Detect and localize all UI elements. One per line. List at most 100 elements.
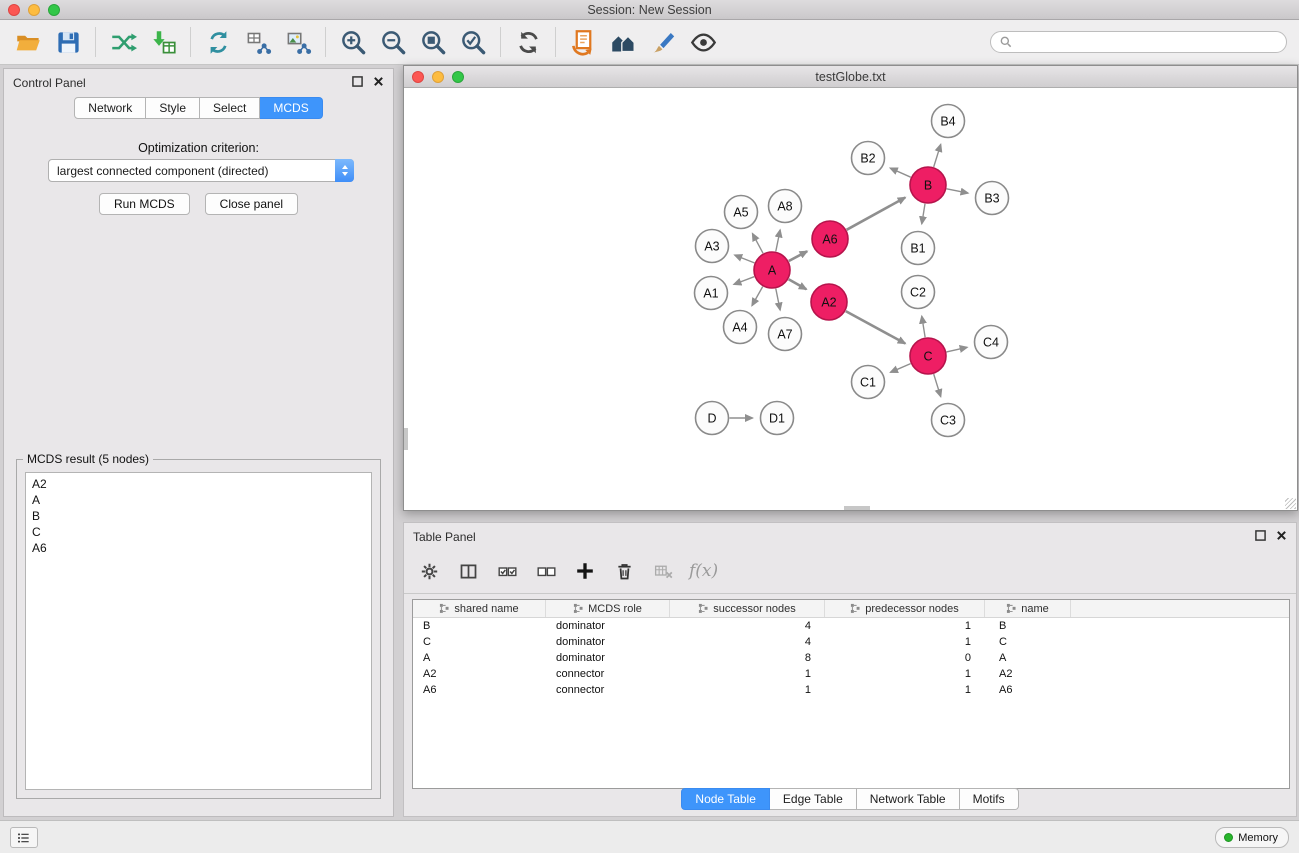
graph-edge-A-A3[interactable] [735,255,755,263]
graph-edge-A-A2[interactable] [789,279,807,289]
graph-node-B1[interactable]: B1 [902,232,935,265]
network-window-titlebar[interactable]: testGlobe.txt [404,66,1297,88]
mcds-result-list[interactable]: A2ABCA6 [25,472,372,790]
graph-node-C4[interactable]: C4 [975,326,1008,359]
sort-column-icon[interactable] [573,603,584,614]
table-settings-button[interactable] [414,556,444,586]
tab-select[interactable]: Select [200,97,260,119]
home-view-button[interactable] [603,24,643,60]
sort-column-icon[interactable] [1006,603,1017,614]
resize-grip[interactable] [1285,498,1296,509]
graph-edge-C-C3[interactable] [934,374,941,397]
close-panel-icon[interactable] [372,75,385,88]
delete-table-button[interactable] [648,556,678,586]
optimization-criterion-dropdown[interactable]: largest connected component (directed) [48,159,354,182]
graph-node-A1[interactable]: A1 [695,277,728,310]
delete-entry-button[interactable] [609,556,639,586]
mcds-result-item[interactable]: A2 [26,476,371,492]
mcds-result-item[interactable]: A6 [26,540,371,556]
table-row[interactable]: Bdominator41B [413,618,1289,634]
table-tab-motifs[interactable]: Motifs [960,788,1019,810]
tab-style[interactable]: Style [146,97,200,119]
graph-node-A[interactable]: A [754,252,790,288]
graph-node-C3[interactable]: C3 [932,404,965,437]
graph-edge-B-B3[interactable] [947,189,968,193]
column-header-shared-name[interactable]: shared name [413,600,546,617]
unselect-all-rows-button[interactable] [531,556,561,586]
table-tab-node-table[interactable]: Node Table [681,788,770,810]
graph-node-C[interactable]: C [910,338,946,374]
mcds-result-item[interactable]: A [26,492,371,508]
sort-column-icon[interactable] [439,603,450,614]
graph-edge-B-B1[interactable] [922,204,925,224]
run-mcds-button[interactable]: Run MCDS [99,193,190,215]
table-row[interactable]: A6connector11A6 [413,682,1289,698]
graph-edge-A-A4[interactable] [752,287,763,306]
graph-edge-A-A8[interactable] [776,230,780,251]
table-tab-edge-table[interactable]: Edge Table [770,788,857,810]
add-entry-button[interactable] [570,556,600,586]
table-row[interactable]: A2connector11A2 [413,666,1289,682]
graph-node-A2[interactable]: A2 [811,284,847,320]
graph-node-C1[interactable]: C1 [852,366,885,399]
import-network-button[interactable] [103,24,143,60]
graph-node-A7[interactable]: A7 [769,318,802,351]
function-builder-button[interactable]: f(x) [687,556,720,586]
mcds-result-item[interactable]: B [26,508,371,524]
refresh-network-button[interactable] [508,24,548,60]
tab-network[interactable]: Network [74,97,146,119]
graph-node-A8[interactable]: A8 [769,190,802,223]
close-panel-button[interactable]: Close panel [205,193,298,215]
graph-edge-C-C4[interactable] [947,347,968,352]
select-all-rows-button[interactable] [492,556,522,586]
sort-column-icon[interactable] [850,603,861,614]
import-table-button[interactable] [143,24,183,60]
graph-node-D[interactable]: D [696,402,729,435]
close-table-panel-icon[interactable] [1275,529,1288,542]
graph-node-A5[interactable]: A5 [725,196,758,229]
graph-edge-B-B2[interactable] [890,168,910,177]
graph-edge-C-C2[interactable] [922,316,925,337]
graph-edge-A-A7[interactable] [776,289,780,310]
open-file-button[interactable] [8,24,48,60]
column-header-MCDS-role[interactable]: MCDS role [546,600,670,617]
float-panel-icon[interactable] [351,75,364,88]
network-and-table-button[interactable] [238,24,278,60]
mcds-result-item[interactable]: C [26,524,371,540]
graph-node-B2[interactable]: B2 [852,142,885,175]
vertical-scroll-thumb[interactable] [404,428,408,450]
graph-edge-A2-C[interactable] [846,311,906,343]
open-document-button[interactable] [563,24,603,60]
sort-column-icon[interactable] [698,603,709,614]
graph-node-C2[interactable]: C2 [902,276,935,309]
column-header-predecessor-nodes[interactable]: predecessor nodes [825,600,985,617]
table-tab-network-table[interactable]: Network Table [857,788,960,810]
graph-edge-C-C1[interactable] [891,364,911,373]
graph-node-B4[interactable]: B4 [932,105,965,138]
search-input[interactable] [1018,35,1278,49]
show-hide-graphics-button[interactable] [683,24,723,60]
tab-mcds[interactable]: MCDS [260,97,322,119]
column-header-name[interactable]: name [985,600,1071,617]
graph-node-A6[interactable]: A6 [812,221,848,257]
graph-edge-B-B4[interactable] [934,144,941,167]
graph-edge-A-A1[interactable] [734,277,754,285]
graph-edge-A-A5[interactable] [753,234,764,254]
memory-button[interactable]: Memory [1215,827,1289,848]
zoom-in-button[interactable] [333,24,373,60]
horizontal-scroll-thumb[interactable] [844,506,870,510]
column-header-successor-nodes[interactable]: successor nodes [670,600,825,617]
task-history-button[interactable] [10,827,38,848]
table-row[interactable]: Adominator80A [413,650,1289,666]
graph-node-B3[interactable]: B3 [976,182,1009,215]
node-table[interactable]: shared nameMCDS rolesuccessor nodesprede… [412,599,1290,789]
zoom-fit-button[interactable] [413,24,453,60]
style-tool-button[interactable] [643,24,683,60]
graph-edge-A6-B[interactable] [847,198,906,230]
network-canvas[interactable]: B4B2BB3A5A8A6B1A3AC2A1A2A4A7C4CC1C3DD1 [404,88,1297,510]
save-session-button[interactable] [48,24,88,60]
show-columns-button[interactable] [453,556,483,586]
search-field[interactable] [990,31,1287,53]
zoom-selected-button[interactable] [453,24,493,60]
graph-node-A4[interactable]: A4 [724,311,757,344]
